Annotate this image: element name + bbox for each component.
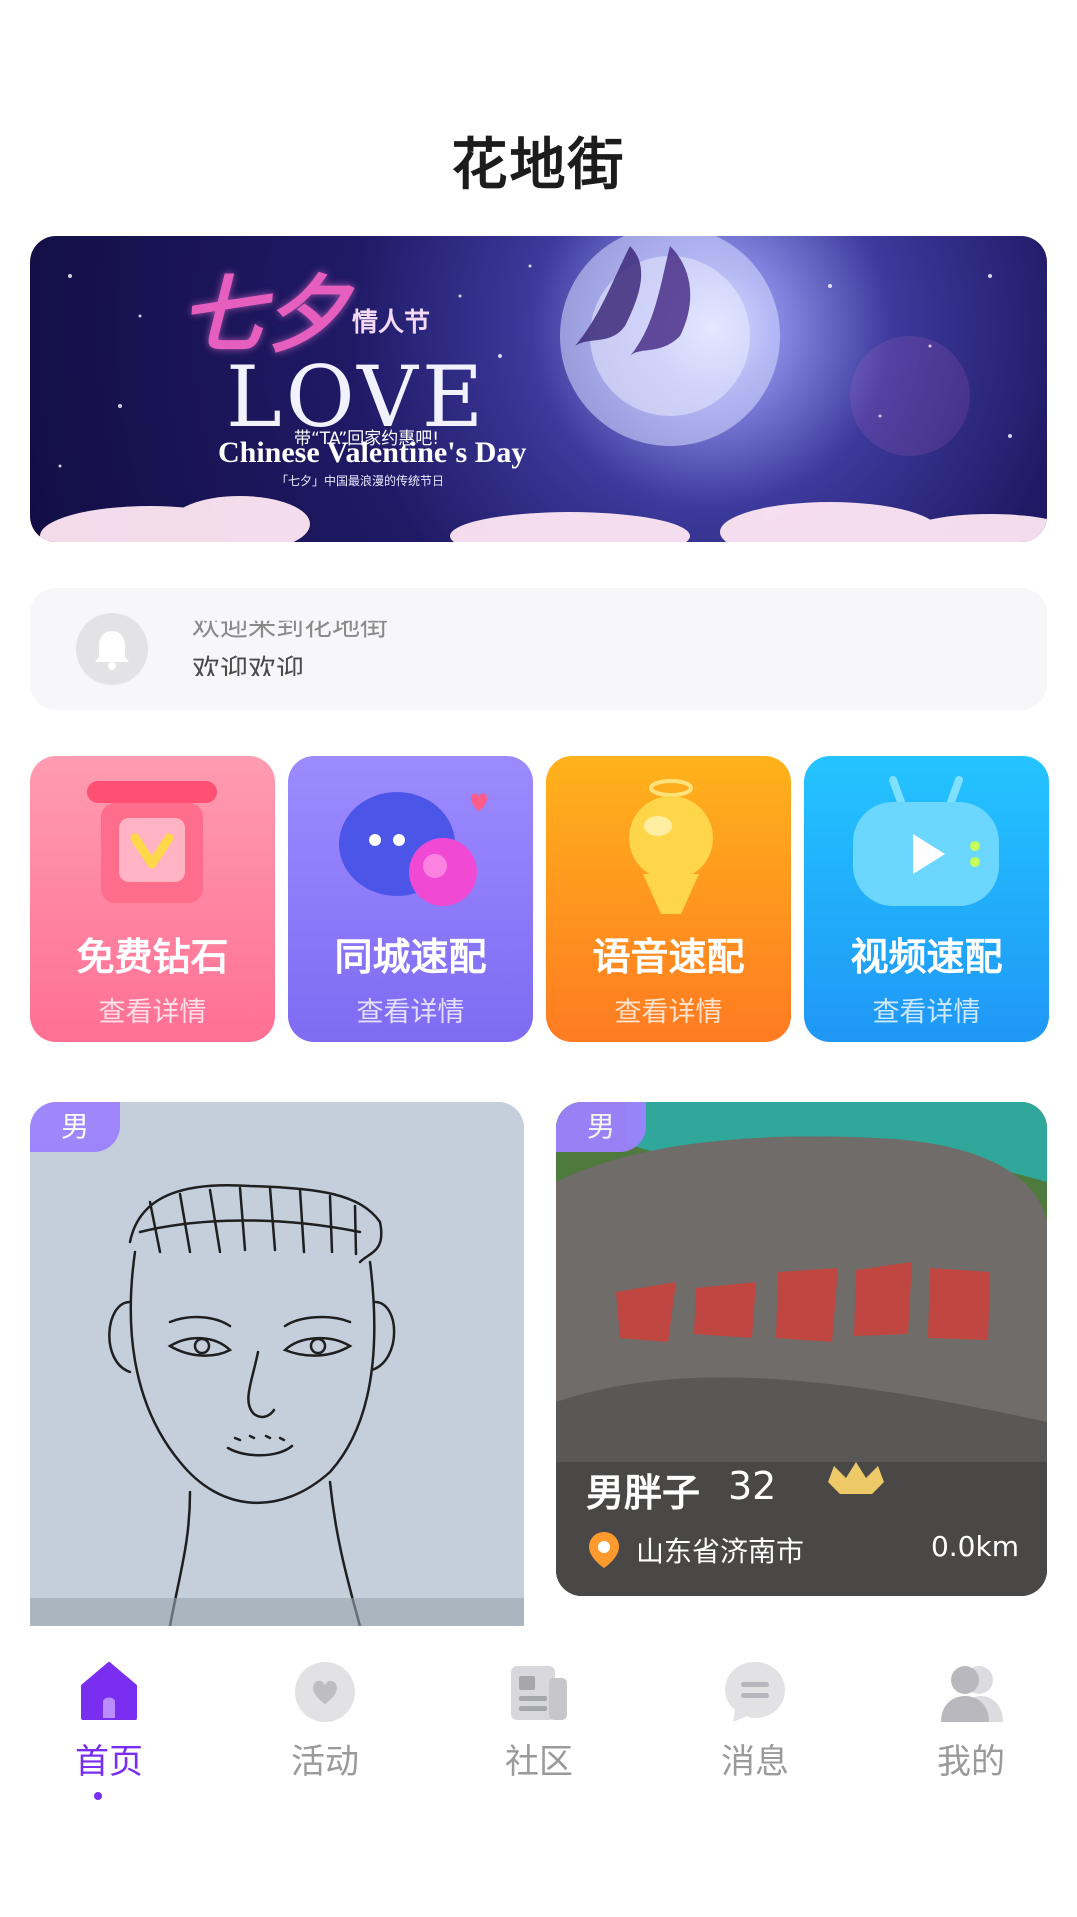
tab-profile[interactable]: 我的	[891, 1658, 1051, 1783]
user-card[interactable]: 男	[30, 1102, 524, 1626]
bell-icon	[76, 613, 148, 685]
user-photo	[30, 1102, 524, 1626]
tab-activity[interactable]: 活动	[245, 1658, 405, 1783]
video-match-title: 视频速配	[850, 935, 1003, 979]
user-photo	[556, 1102, 1047, 1596]
video-match-card[interactable]: 视频速配 查看详情	[804, 756, 1049, 1042]
user-card[interactable]: 男 男胖子 32 山东省济南市 0.0km	[556, 1102, 1047, 1596]
city-match-subtitle: 查看详情	[356, 997, 465, 1028]
tab-home-label: 首页	[75, 1742, 143, 1782]
free-diamond-title: 免费钻石	[76, 935, 229, 979]
gender-badge: 男	[556, 1102, 646, 1152]
page-title: 花地街	[451, 133, 626, 198]
home-icon	[81, 1662, 137, 1720]
heart-bubble-icon	[295, 1662, 355, 1722]
free-diamond-subtitle: 查看详情	[98, 997, 207, 1028]
profile-icon	[941, 1666, 1003, 1722]
free-diamond-card[interactable]: 免费钻石 查看详情	[30, 756, 275, 1042]
message-icon	[725, 1662, 785, 1722]
video-match-subtitle: 查看详情	[872, 997, 981, 1028]
user-name: 男胖子	[586, 1471, 701, 1515]
user-location: 山东省济南市	[636, 1535, 805, 1568]
city-match-card[interactable]: 同城速配 查看详情	[288, 756, 533, 1042]
gender-badge: 男	[30, 1102, 120, 1152]
tab-activity-label: 活动	[291, 1742, 359, 1782]
voice-match-card[interactable]: 语音速配 查看详情	[546, 756, 791, 1042]
user-age: 32	[728, 1464, 777, 1508]
tab-messages-label: 消息	[721, 1742, 789, 1782]
active-tab-indicator	[94, 1792, 102, 1800]
voice-match-title: 语音速配	[592, 935, 745, 979]
tab-community[interactable]: 社区	[459, 1658, 619, 1783]
tab-messages[interactable]: 消息	[675, 1658, 835, 1783]
tab-home[interactable]: 首页	[29, 1658, 189, 1783]
news-icon	[511, 1666, 567, 1720]
banner[interactable]: 七夕 情人节 LOVE 带“TA”回家约惠吧! Chinese Valentin…	[30, 236, 1047, 542]
microphone-icon	[629, 779, 713, 914]
banner-subtitle: 「七夕」中国最浪漫的传统节日	[276, 474, 445, 488]
location-pin-icon	[589, 1532, 619, 1568]
tab-profile-label: 我的	[937, 1742, 1005, 1782]
user-distance: 0.0km	[930, 1530, 1019, 1563]
city-match-title: 同城速配	[334, 935, 487, 979]
voice-match-subtitle: 查看详情	[614, 997, 723, 1028]
video-tv-icon	[853, 776, 999, 906]
banner-cn-small: 情人节	[352, 308, 431, 338]
notice-text-1: 欢迎来到花地街	[192, 609, 389, 642]
tab-community-label: 社区	[505, 1742, 573, 1782]
bottom-tab-bar: 首页 活动 社区 消息 我的	[0, 1630, 1077, 1917]
notice-bar[interactable]: 欢迎来到花地街 欢迎欢迎	[30, 588, 1047, 710]
banner-en-title: Chinese Valentine's Day	[218, 436, 527, 469]
chat-bubbles-icon	[339, 792, 487, 906]
notice-text-2: 欢迎欢迎	[192, 653, 305, 686]
diamond-gift-icon	[87, 781, 217, 903]
